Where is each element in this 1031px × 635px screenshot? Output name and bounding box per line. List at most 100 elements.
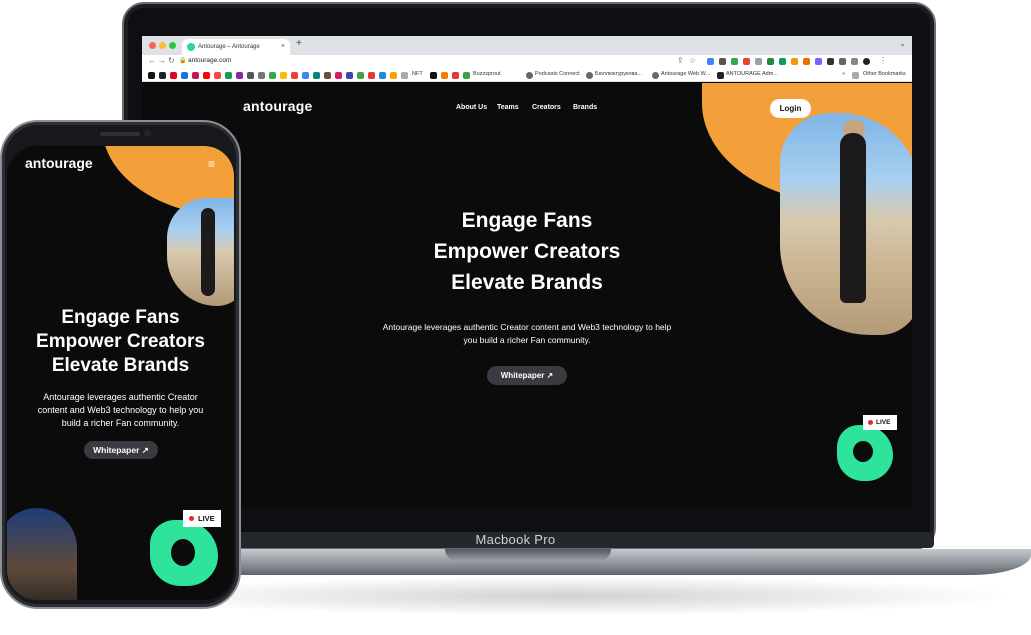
bookmark-podcasts-connect[interactable]: Podcasts Connect [535,71,580,77]
extension-icon[interactable] [755,58,762,65]
laptop-screen: Antourage – Antourage × + ⌄ ← → ↻ 🔒 anto… [142,36,912,507]
login-button[interactable]: Login [770,99,811,118]
extension-icon[interactable] [743,58,750,65]
bookmark-icon[interactable] [652,72,659,79]
extension-icon[interactable] [803,58,810,65]
maximize-window-icon[interactable] [169,42,176,49]
address-bar: ← → ↻ 🔒 antourage.com ⇪ ☆ ⋮ [142,55,912,69]
bookmark-icon[interactable] [170,72,177,79]
bookmark-icon[interactable] [181,72,188,79]
bookmark-antourage-web[interactable]: Antourage Web W... [661,71,710,77]
ring-hole-shape [171,539,195,566]
phone-screen: antourage ≡ Engage Fans Empower Creators… [7,146,234,600]
bookmark-icon[interactable] [379,72,386,79]
mobile-live-badge: LIVE [183,510,221,527]
bookmark-icon[interactable] [280,72,287,79]
live-dot-icon [868,420,873,425]
bookmark-icon[interactable] [346,72,353,79]
tab-close-icon[interactable]: × [281,39,285,55]
browser-menu-icon[interactable]: ⋮ [879,56,887,65]
back-icon[interactable]: ← [148,56,156,65]
bookmark-nft[interactable]: NFT [412,71,423,77]
headline-line-1: Engage Fans [461,209,593,232]
bookmark-icon[interactable] [526,72,533,79]
bookmark-buzzsprout[interactable]: Buzzsprout [473,71,501,77]
bookmark-icon[interactable] [717,72,724,79]
bookmark-icon[interactable] [192,72,199,79]
extension-icon[interactable] [779,58,786,65]
bookmark-icon[interactable] [302,72,309,79]
live-dot-icon [189,516,194,521]
bookmark-icon[interactable] [335,72,342,79]
headline-line-2: Empower Creators [433,240,621,263]
forward-icon[interactable]: → [158,56,166,65]
extension-icon[interactable] [719,58,726,65]
bookmark-icon[interactable] [258,72,265,79]
laptop-shadow [120,576,1020,616]
bookmark-icon[interactable] [441,72,448,79]
nav-about-us[interactable]: About Us [456,104,487,111]
bookmark-icon[interactable] [586,72,593,79]
extension-icon[interactable] [767,58,774,65]
other-bookmarks[interactable]: Other Bookmarks [863,71,906,77]
bookmark-icon[interactable] [452,72,459,79]
bookmark-antourage-admin[interactable]: ANTOURAGE Adm... [726,71,778,77]
bookmarks-bar: NFT Buzzsprout Podcasts Connect Бюллюкгу… [142,69,912,82]
bookmark-icon[interactable] [159,72,166,79]
bookmark-icon[interactable] [324,72,331,79]
folder-icon[interactable] [852,72,859,79]
reload-icon[interactable]: ↻ [168,56,175,65]
nav-creators[interactable]: Creators [532,104,561,111]
mobile-whitepaper-button[interactable]: Whitepaper ↗ [84,441,158,459]
nav-teams[interactable]: Teams [497,104,519,111]
live-badge: LIVE [863,415,897,430]
bookmark-icon[interactable] [291,72,298,79]
phone-camera [144,130,151,137]
browser-tab[interactable]: Antourage – Antourage × [182,39,290,55]
bookmark-icon[interactable] [463,72,470,79]
close-window-icon[interactable] [149,42,156,49]
reading-list-icon[interactable] [839,58,846,65]
bookmark-icon[interactable] [236,72,243,79]
bookmark-icon[interactable] [430,72,437,79]
bookmark-icon[interactable] [313,72,320,79]
hero-subtext-line-1: Antourage leverages authentic Creator co… [382,322,672,332]
bookmark-icon[interactable] [203,72,210,79]
bookmark-icon[interactable] [390,72,397,79]
extensions-puzzle-icon[interactable] [827,58,834,65]
green-ring-shape [837,425,893,481]
nav-brands[interactable]: Brands [573,104,597,111]
share-icon[interactable]: ⇪ [677,56,684,65]
bookmark-icon[interactable] [368,72,375,79]
bookmark-icon[interactable] [357,72,364,79]
profile-avatar[interactable] [863,58,870,65]
lock-icon[interactable]: 🔒 [179,57,186,64]
mobile-headline-line-3: Elevate Brands [51,355,190,376]
extension-icon[interactable] [707,58,714,65]
bookmark-icon[interactable] [247,72,254,79]
bookmark-icon[interactable] [214,72,221,79]
new-tab-button[interactable]: + [296,38,302,49]
bookmark-icon[interactable] [269,72,276,79]
url-field[interactable]: antourage.com [188,57,231,64]
minimize-window-icon[interactable] [159,42,166,49]
extension-icon[interactable] [731,58,738,65]
hamburger-menu-icon[interactable]: ≡ [208,157,215,171]
tab-list-chevron-icon[interactable]: ⌄ [899,39,906,48]
bookmark-star-icon[interactable]: ☆ [689,56,696,65]
favicon-icon [187,43,195,51]
sidebar-icon[interactable] [851,58,858,65]
bookmark-cyrillic[interactable]: Бюллюкгурукова... [595,71,642,77]
folder-icon[interactable] [401,72,408,79]
hero-subtext-line-2: you build a richer Fan community. [463,335,591,345]
bookmark-icon[interactable] [148,72,155,79]
ring-hole-shape [853,441,873,462]
extension-icon[interactable] [815,58,822,65]
whitepaper-button[interactable]: Whitepaper ↗ [487,366,567,385]
mobile-logo[interactable]: antourage [25,155,93,171]
extension-icon[interactable] [791,58,798,65]
more-bookmarks-chevron-icon[interactable]: » [842,71,845,77]
bookmark-icon[interactable] [225,72,232,79]
mobile-headline-line-1: Engage Fans [61,307,180,328]
site-logo[interactable]: antourage [243,98,312,114]
